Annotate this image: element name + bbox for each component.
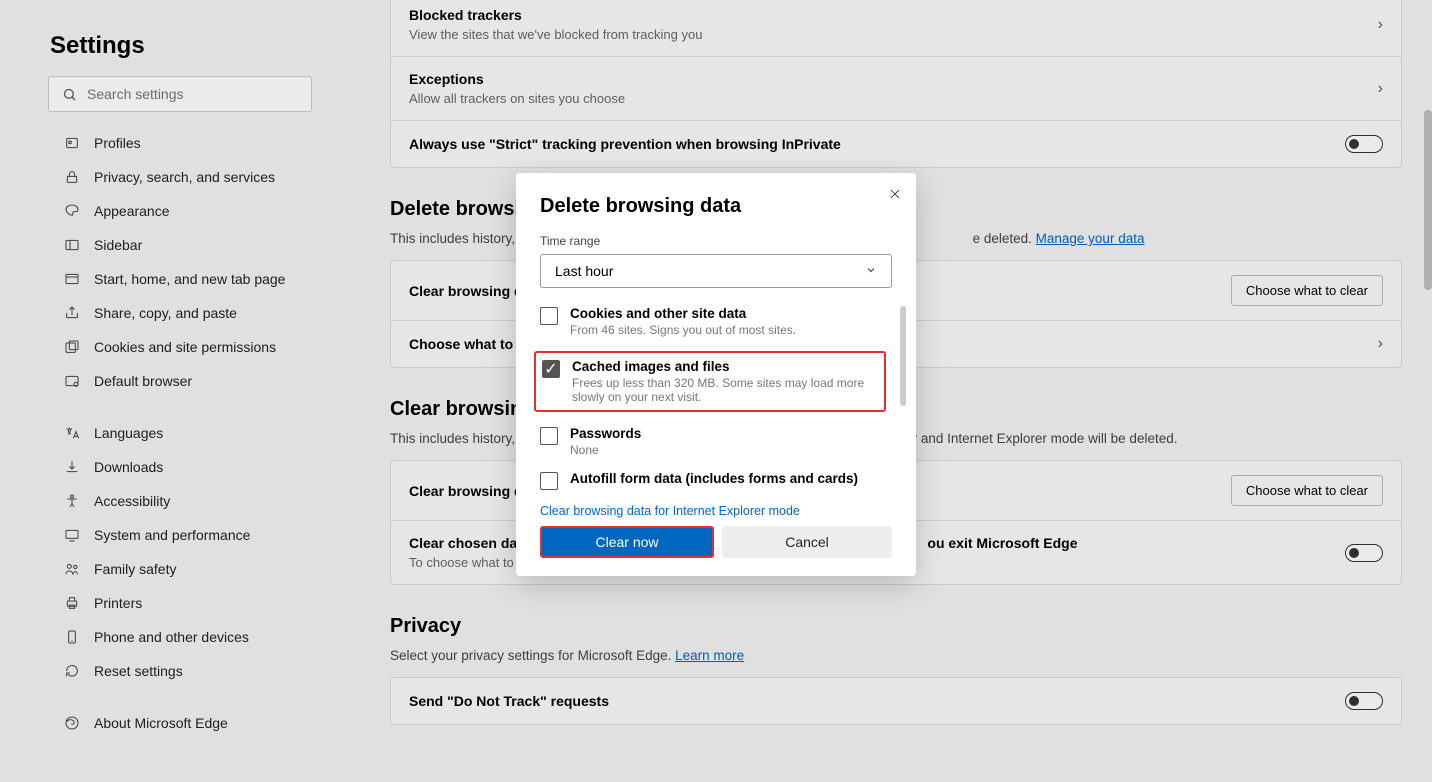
option-row-2[interactable]: Passwords None bbox=[540, 426, 892, 457]
option-row-1[interactable]: ✓ Cached images and files Frees up less th… bbox=[534, 351, 886, 412]
time-range-label: Time range bbox=[516, 234, 916, 248]
option-checkbox[interactable]: ✓ bbox=[542, 360, 560, 378]
option-checkbox[interactable] bbox=[540, 427, 558, 445]
option-sub: None bbox=[570, 443, 641, 457]
option-title: Autofill form data (includes forms and c… bbox=[570, 471, 858, 486]
option-checkbox[interactable] bbox=[540, 307, 558, 325]
option-checkbox[interactable] bbox=[540, 472, 558, 490]
cancel-button[interactable]: Cancel bbox=[722, 526, 892, 558]
clear-ie-mode-link[interactable]: Clear browsing data for Internet Explore… bbox=[516, 504, 916, 518]
select-value: Last hour bbox=[555, 263, 613, 279]
chevron-down-icon bbox=[865, 263, 877, 279]
option-sub: From 46 sites. Signs you out of most sit… bbox=[570, 323, 796, 337]
dialog-options: Cookies and other site data From 46 sites… bbox=[516, 306, 916, 490]
clear-now-button[interactable]: Clear now bbox=[540, 526, 714, 558]
close-icon[interactable] bbox=[888, 187, 902, 206]
time-range-select[interactable]: Last hour bbox=[540, 254, 892, 288]
dialog-title: Delete browsing data bbox=[516, 195, 916, 218]
option-row-0[interactable]: Cookies and other site data From 46 sites… bbox=[540, 306, 892, 337]
options-scrollbar[interactable] bbox=[900, 306, 906, 406]
delete-browsing-data-dialog: Delete browsing data Time range Last hou… bbox=[516, 173, 916, 576]
option-sub: Frees up less than 320 MB. Some sites ma… bbox=[572, 376, 874, 404]
option-title: Cookies and other site data bbox=[570, 306, 796, 321]
option-title: Passwords bbox=[570, 426, 641, 441]
option-title: Cached images and files bbox=[572, 359, 874, 374]
dialog-buttons: Clear now Cancel bbox=[516, 526, 916, 558]
option-row-3[interactable]: Autofill form data (includes forms and c… bbox=[540, 471, 892, 490]
